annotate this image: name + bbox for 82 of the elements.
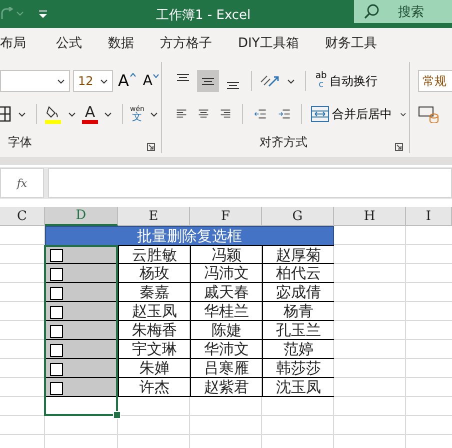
formula-input[interactable] (48, 168, 452, 198)
table-cell: 华沛文 (190, 340, 262, 359)
number-format-dropdown[interactable]: 常规 (418, 70, 452, 92)
checkbox[interactable] (50, 382, 63, 395)
table-cell: 韩莎莎 (262, 359, 334, 378)
dialog-launcher-icon[interactable] (147, 143, 156, 151)
table-cell: 赵紫君 (190, 378, 262, 397)
table-cell: 冯颖 (190, 245, 262, 264)
caret-icon[interactable] (18, 112, 26, 116)
dialog-launcher-icon[interactable] (395, 143, 404, 151)
number-format-icon[interactable] (418, 105, 440, 123)
table-cell: 柏代云 (262, 264, 334, 283)
caret-icon[interactable] (400, 112, 406, 116)
ribbon-tab[interactable]: 数据 (108, 34, 134, 52)
table-cell: 许杰 (118, 378, 190, 397)
ribbon-tab[interactable]: 布局 (0, 34, 26, 52)
table-cell: 戚天春 (190, 283, 262, 302)
table-cell: 范婷 (262, 340, 334, 359)
caret-icon[interactable] (150, 112, 158, 116)
search-icon (364, 4, 380, 20)
table-cell: 沈玉凤 (262, 378, 334, 397)
table-cell: 冯沛文 (190, 264, 262, 283)
table-cell: 杨玫 (118, 264, 190, 283)
table-cell: 宇文琳 (118, 340, 190, 359)
column-header[interactable]: D (45, 207, 118, 226)
table-cell: 陈婕 (190, 321, 262, 340)
checkbox[interactable] (50, 344, 63, 357)
table-cell: 华桂兰 (190, 302, 262, 321)
ribbon-tab[interactable]: 财务工具 (324, 34, 377, 52)
table-cell: 朱梅香 (118, 321, 190, 340)
font-color-button[interactable]: A (82, 104, 98, 124)
table-cell: 赵厚菊 (262, 245, 334, 264)
decrease-font-button[interactable]: A (140, 74, 162, 88)
table-cell: 云胜敏 (118, 245, 190, 264)
group-label: 对齐方式 (259, 134, 308, 151)
checkbox[interactable] (50, 306, 63, 319)
column-header[interactable]: F (190, 207, 262, 226)
customize-menu-icon[interactable] (38, 10, 48, 18)
table-cell: 秦嘉 (118, 283, 190, 302)
window-title: 工作簿1 - Excel (156, 7, 251, 24)
checkbox[interactable] (50, 249, 63, 262)
column-header[interactable]: C (0, 207, 45, 226)
increase-font-button[interactable]: A (116, 73, 138, 89)
up-chevron-icon (130, 73, 136, 77)
table-cell: 赵玉凤 (118, 302, 190, 321)
ribbon-tab[interactable]: DIY工具箱 (238, 34, 299, 52)
merge-icon (311, 106, 330, 122)
ribbon-tab[interactable]: 方方格子 (160, 34, 212, 52)
checkbox[interactable] (50, 325, 63, 338)
column-header[interactable]: E (118, 207, 190, 226)
fill-color-icon[interactable] (44, 104, 62, 124)
caret-icon[interactable] (287, 78, 296, 84)
search-field[interactable]: 搜索 (354, 0, 452, 23)
checkbox[interactable] (50, 268, 63, 281)
column-header[interactable]: G (262, 207, 334, 226)
caret-icon (56, 78, 65, 84)
increase-indent-icon[interactable] (278, 107, 290, 121)
border-icon[interactable] (0, 106, 12, 122)
table-header: 批量删除复选框 (45, 226, 334, 245)
align-button[interactable] (197, 70, 220, 92)
caret-icon (100, 78, 108, 84)
middle-align-icon (202, 78, 214, 84)
table-cell: 杨青 (262, 302, 334, 321)
font-size-dropdown[interactable]: 12 (72, 70, 113, 92)
column-header[interactable]: H (334, 207, 406, 226)
caret-icon[interactable] (104, 112, 112, 116)
caret-icon[interactable] (68, 112, 76, 116)
table-cell: 吕寒雁 (190, 359, 262, 378)
bottom-align-icon (227, 82, 240, 89)
ribbon-tab[interactable]: 公式 (56, 34, 82, 52)
merge-center-button[interactable]: 合并后居中 (309, 106, 394, 122)
top-align-icon (177, 74, 190, 81)
table-cell: 朱婵 (118, 359, 190, 378)
group-label: 字体 (8, 134, 32, 151)
table-cell: 宓成倩 (262, 283, 334, 302)
column-header[interactable]: I (406, 207, 452, 226)
insert-function-button[interactable]: fx (16, 176, 28, 190)
table-cell: 孔玉兰 (262, 321, 334, 340)
checkbox[interactable] (50, 363, 63, 376)
decrease-indent-icon[interactable] (254, 107, 267, 121)
checkbox[interactable] (50, 287, 63, 300)
down-chevron-icon (153, 74, 160, 78)
